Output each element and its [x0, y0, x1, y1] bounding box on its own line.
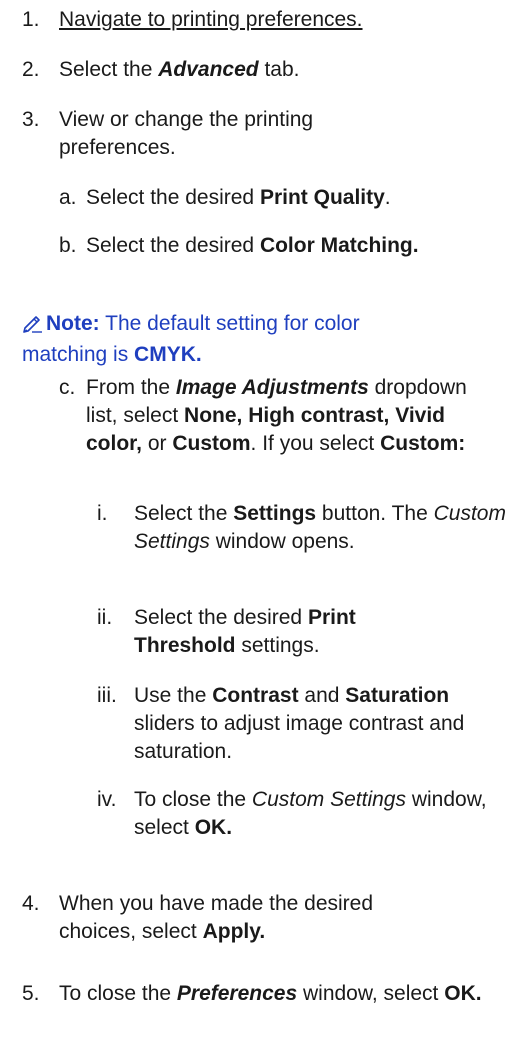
- settings-term: Settings: [233, 502, 317, 525]
- step-roman: iv.: [97, 788, 117, 811]
- step-number: 1.: [22, 8, 40, 31]
- step-text-part: tab.: [258, 58, 300, 81]
- step-letter: a.: [59, 186, 77, 209]
- step-text: From the Image Adjustments dropdown list…: [86, 374, 509, 458]
- step-text: Select the desired Print Quality.: [86, 184, 509, 212]
- step-3c-iii: iii. Use the Contrast and Saturation sli…: [97, 682, 509, 766]
- contrast-term: Contrast: [212, 684, 299, 707]
- step-3c-iv: iv. To close the Custom Settings window,…: [97, 786, 509, 842]
- apply-term: Apply.: [202, 920, 266, 943]
- step-text-part: window, select: [297, 982, 445, 1005]
- step-4: 4. When you have made the desired choice…: [22, 890, 492, 946]
- step-text-part: To close the: [59, 982, 177, 1005]
- step-5: 5. To close the Preferences window, sele…: [22, 980, 492, 1008]
- step-letter: c.: [59, 376, 76, 399]
- step-3c: c. From the Image Adjustments dropdown l…: [59, 374, 509, 458]
- step-text-part: Select the desired: [134, 606, 308, 629]
- step-text: Select the desired Color Matching.: [86, 232, 509, 260]
- step-text: To close the Preferences window, select …: [59, 980, 492, 1008]
- note-callout: Note: The default setting for color matc…: [22, 310, 492, 369]
- step-text-part: button. The: [316, 502, 434, 525]
- step-roman: iii.: [97, 684, 117, 707]
- step-roman: ii.: [97, 606, 113, 629]
- print-quality-term: Print Quality: [259, 186, 385, 209]
- step-text-part: Select the: [134, 502, 234, 525]
- advanced-tab-term: Advanced: [158, 58, 259, 81]
- custom-term: Custom:: [380, 432, 466, 455]
- step-roman: i.: [97, 502, 108, 525]
- step-letter: b.: [59, 234, 77, 257]
- step-text-part: To close the: [134, 788, 252, 811]
- step-3: 3. View or change the printing preferenc…: [22, 106, 492, 162]
- step-text-part: settings.: [235, 634, 320, 657]
- ok-term: OK.: [444, 982, 482, 1005]
- step-number: 3.: [22, 108, 40, 131]
- custom-term: Custom: [172, 432, 251, 455]
- step-text: Select the desired Print Threshold setti…: [134, 604, 509, 660]
- color-matching-term: Color Matching.: [259, 234, 419, 257]
- step-3c-ii: ii. Select the desired Print Threshold s…: [97, 604, 509, 660]
- step-text-part: window opens.: [209, 530, 355, 553]
- step-text-part: From the: [86, 376, 176, 399]
- step-text-part: sliders to adjust image contrast and sat…: [134, 712, 465, 763]
- cmyk-term: CMYK.: [134, 343, 202, 366]
- step-text: Select the Advanced tab.: [59, 56, 492, 84]
- step-2: 2. Select the Advanced tab.: [22, 56, 492, 84]
- step-text-part: and: [298, 684, 346, 707]
- step-text: When you have made the desired choices, …: [59, 890, 492, 946]
- pencil-icon: [22, 313, 44, 341]
- step-3c-i: i. Select the Settings button. The Custo…: [97, 500, 509, 556]
- procedure-page: { "steps": { "s1": {"num": "1.", "link":…: [0, 0, 513, 1057]
- step-3b: b. Select the desired Color Matching.: [59, 232, 509, 260]
- step-text: To close the Custom Settings window, sel…: [134, 786, 509, 842]
- step-text: View or change the printing preferences.: [59, 108, 314, 159]
- step-text-part: Select the desired: [86, 234, 260, 257]
- step-text-part: Select the desired: [86, 186, 260, 209]
- step-text-part: Select the: [59, 58, 159, 81]
- step-text-part: Use the: [134, 684, 213, 707]
- step-number: 2.: [22, 58, 40, 81]
- step-text-part: .: [384, 186, 391, 209]
- step-number: 5.: [22, 982, 40, 1005]
- step-text-part: or: [142, 432, 173, 455]
- image-adjustments-term: Image Adjustments: [175, 376, 369, 399]
- preferences-term: Preferences: [176, 982, 298, 1005]
- custom-settings-term: Custom Settings: [251, 788, 406, 811]
- step-number: 4.: [22, 892, 40, 915]
- step-text-part: . If you select: [250, 432, 381, 455]
- ok-term: OK.: [194, 816, 233, 839]
- step-text: Use the Contrast and Saturation sliders …: [134, 682, 509, 766]
- step-text: Select the Settings button. The Custom S…: [134, 500, 509, 556]
- note-label: Note:: [46, 312, 100, 335]
- saturation-term: Saturation: [345, 684, 450, 707]
- step-1: 1. Navigate to printing preferences.: [22, 6, 492, 34]
- navigate-printing-preferences-link[interactable]: Navigate to printing preferences.: [59, 8, 363, 31]
- step-3a: a. Select the desired Print Quality.: [59, 184, 509, 212]
